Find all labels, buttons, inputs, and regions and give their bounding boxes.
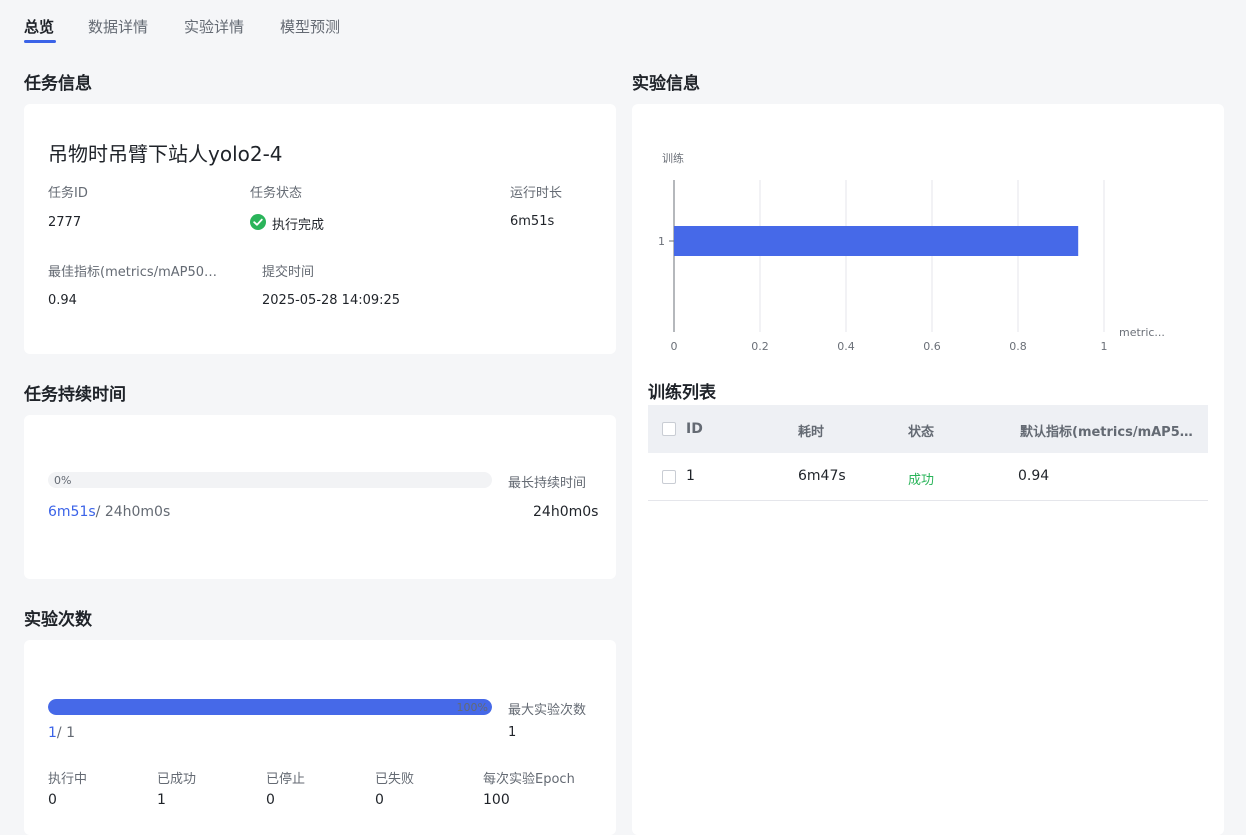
runtime-value: 6m51s: [510, 214, 555, 229]
chart-x-tick-label: 0: [671, 340, 678, 353]
experiments-title: 实验次数: [24, 610, 92, 630]
tab-data-details[interactable]: 数据详情: [88, 16, 148, 37]
task-status-value: 执行完成: [272, 218, 325, 233]
stat-succeeded-value: 1: [157, 792, 166, 808]
task-id-value: 2777: [48, 215, 82, 230]
tab-overview[interactable]: 总览: [24, 16, 54, 37]
chart-x-tick-label: 0.8: [1009, 340, 1027, 353]
tab-model-prediction[interactable]: 模型预测: [280, 16, 340, 37]
row-time: 6m47s: [798, 468, 846, 484]
best-metric-value: 0.94: [48, 293, 77, 308]
duration-title: 任务持续时间: [24, 385, 126, 405]
duration-card: 0% 最长持续时间 6m51s/ 24h0m0s 24h0m0s: [24, 415, 616, 579]
chart-y-tick-label: 1: [658, 235, 665, 248]
stat-epoch-label: 每次实验Epoch: [483, 772, 575, 787]
train-list-title: 训练列表: [648, 383, 716, 403]
elapsed-time: 6m51s: [48, 504, 96, 520]
metric-bar-chart: 0 0.2 0.4 0.6 0.8 1 训练 metric... 1: [658, 151, 1165, 353]
chart-x-tick-label: 0.4: [837, 340, 855, 353]
runtime-label: 运行时长: [510, 186, 563, 201]
col-id-header[interactable]: ID: [686, 421, 703, 437]
experiments-progress-bar: 100%: [48, 699, 492, 715]
active-tab-indicator: [24, 40, 56, 43]
task-info-title: 任务信息: [24, 74, 92, 94]
stat-stopped-label: 已停止: [266, 772, 306, 787]
submit-time-label: 提交时间: [262, 265, 315, 280]
experiments-progress-percent: 100%: [456, 701, 488, 714]
duration-progress-text: 6m51s/ 24h0m0s: [48, 504, 170, 520]
row-metric: 0.94: [1018, 468, 1050, 484]
chart-bar: [674, 226, 1079, 256]
best-metric-label: 最佳指标(metrics/mAP50…: [48, 265, 218, 280]
stat-failed-label: 已失败: [375, 772, 415, 787]
task-info-card: 吊物时吊臂下站人yolo2-4 任务ID 2777 任务状态 执行完成 运行时长…: [24, 104, 616, 354]
duration-progress-bar: 0%: [48, 472, 492, 488]
row-id: 1: [686, 468, 695, 484]
stat-running-value: 0: [48, 792, 57, 808]
experiment-info-title: 实验信息: [632, 74, 700, 94]
total-duration: / 24h0m0s: [95, 504, 171, 520]
stat-running-label: 执行中: [48, 772, 88, 787]
submit-time-value: 2025-05-28 14:09:25: [262, 293, 401, 308]
row-status: 成功: [908, 473, 935, 488]
experiments-done: 1: [48, 725, 57, 741]
max-experiments-label: 最大实验次数: [508, 703, 587, 718]
experiments-card: 100% 最大实验次数 1/ 1 1 执行中 0 已成功 1 已停止 0 已失败…: [24, 640, 616, 835]
train-table-header: ID 耗时 状态 默认指标(metrics/mAP5…: [648, 405, 1208, 453]
stat-epoch-value: 100: [483, 792, 510, 808]
table-row[interactable]: 1 6m47s 成功 0.94: [648, 453, 1208, 501]
task-status-label: 任务状态: [250, 186, 303, 201]
chart-x-tick-label: 0.2: [751, 340, 769, 353]
max-duration-value: 24h0m0s: [533, 504, 599, 520]
experiments-progress-fill: [48, 699, 492, 715]
task-id-label: 任务ID: [48, 186, 88, 201]
stat-failed-value: 0: [375, 792, 384, 808]
experiments-progress-text: 1/ 1: [48, 725, 75, 741]
task-name: 吊物时吊臂下站人yolo2-4: [48, 142, 283, 166]
experiments-total: / 1: [56, 725, 75, 741]
chart-x-tick-label: 1: [1101, 340, 1108, 353]
col-time-header[interactable]: 耗时: [798, 421, 824, 440]
chart-x-axis-label: metric...: [1119, 326, 1165, 339]
chart-y-axis-label: 训练: [662, 151, 684, 165]
col-status-header[interactable]: 状态: [908, 421, 934, 440]
select-all-checkbox[interactable]: [662, 422, 676, 436]
max-experiments-value: 1: [508, 725, 517, 740]
experiment-info-card: 0 0.2 0.4 0.6 0.8 1 训练 metric... 1 训练列表 ID 耗时 状态…: [632, 104, 1224, 835]
max-duration-label: 最长持续时间: [508, 476, 587, 491]
check-circle-icon: [250, 214, 266, 230]
tab-experiment-details[interactable]: 实验详情: [184, 16, 244, 37]
chart-x-tick-label: 0.6: [923, 340, 941, 353]
stat-stopped-value: 0: [266, 792, 275, 808]
col-metric-header[interactable]: 默认指标(metrics/mAP5…: [1020, 421, 1193, 440]
stat-succeeded-label: 已成功: [157, 772, 197, 787]
duration-progress-percent: 0%: [54, 474, 72, 487]
row-checkbox[interactable]: [662, 470, 676, 484]
